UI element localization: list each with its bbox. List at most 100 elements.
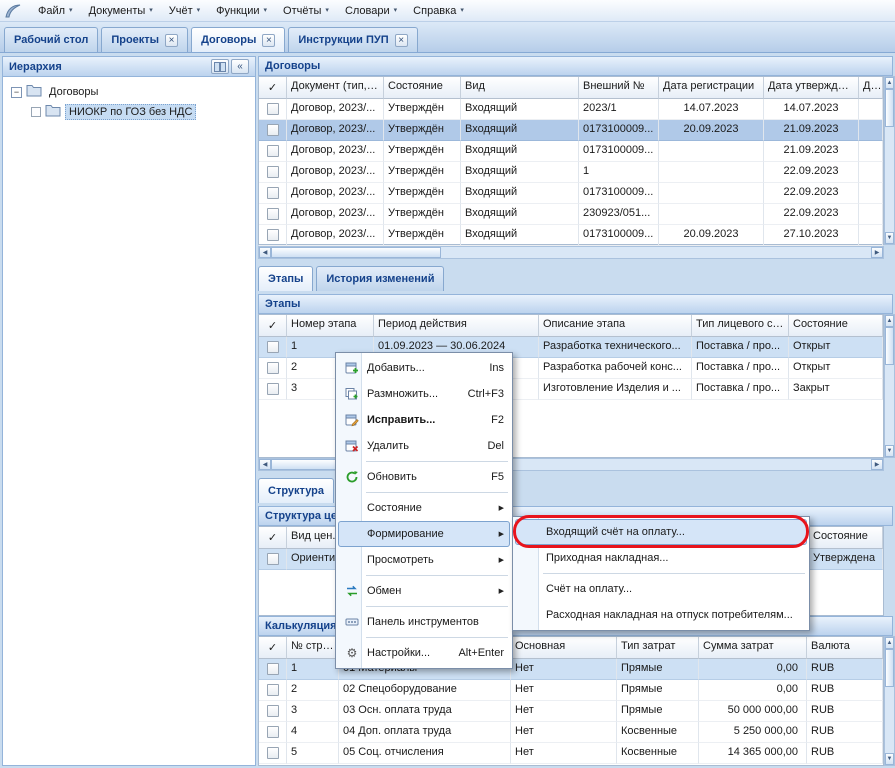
row-checkbox[interactable] bbox=[267, 362, 279, 374]
context-menu-item-exchange[interactable]: Обмен ▶ bbox=[338, 578, 510, 604]
stages-v-scrollbar[interactable]: ▲ ▼ bbox=[884, 314, 895, 458]
scroll-thumb[interactable] bbox=[885, 649, 894, 687]
menu-item-dictionaries[interactable]: Словари▾ bbox=[337, 2, 405, 20]
column-header-state[interactable]: Состояние bbox=[384, 77, 461, 99]
scroll-down-icon[interactable]: ▼ bbox=[885, 232, 894, 244]
tab-history[interactable]: История изменений bbox=[316, 266, 444, 291]
row-checkbox[interactable] bbox=[267, 124, 279, 136]
scroll-thumb[interactable] bbox=[885, 327, 894, 365]
menu-item-documents[interactable]: Документы▾ bbox=[81, 2, 161, 20]
column-header-check[interactable]: ✓ bbox=[259, 315, 287, 337]
tab-close-icon[interactable]: × bbox=[262, 34, 275, 47]
submenu-item-dispatch-note[interactable]: Расходная накладная на отпуск потребител… bbox=[515, 602, 807, 628]
column-header-state[interactable]: Состояние bbox=[789, 315, 883, 337]
table-row[interactable]: 2 02 Спецоборудование Нет Прямые 0,00 RU… bbox=[259, 680, 883, 701]
tab-projects[interactable]: Проекты× bbox=[101, 27, 188, 52]
scroll-right-icon[interactable]: ▶ bbox=[871, 247, 883, 258]
table-row[interactable]: 5 05 Соц. отчисления Нет Косвенные 14 36… bbox=[259, 743, 883, 764]
tab-structure[interactable]: Структура bbox=[258, 478, 334, 503]
scroll-up-icon[interactable]: ▲ bbox=[885, 77, 894, 89]
row-checkbox[interactable] bbox=[267, 705, 279, 717]
scroll-right-icon[interactable]: ▶ bbox=[871, 459, 883, 470]
row-checkbox[interactable] bbox=[267, 103, 279, 115]
tree-item-contracts-root[interactable]: − Договоры bbox=[5, 82, 253, 102]
tab-desktop[interactable]: Рабочий стол bbox=[4, 27, 98, 52]
scroll-left-icon[interactable]: ◀ bbox=[259, 247, 271, 258]
contracts-h-scrollbar[interactable]: ◀ ▶ bbox=[258, 246, 884, 259]
context-menu-item-generate[interactable]: Формирование ▶ bbox=[338, 521, 510, 547]
table-row[interactable]: Договор, 2023/... Утверждён Входящий 1 2… bbox=[259, 162, 883, 183]
tab-contracts[interactable]: Договоры× bbox=[191, 27, 285, 52]
row-checkbox[interactable] bbox=[267, 229, 279, 241]
context-menu-item-add[interactable]: Добавить... Ins bbox=[338, 355, 510, 381]
column-header-external[interactable]: Внешний № bbox=[579, 77, 659, 99]
contracts-v-scrollbar[interactable]: ▲ ▼ bbox=[884, 76, 895, 245]
context-menu-item-settings[interactable]: ⚙ Настройки... Alt+Enter bbox=[338, 640, 510, 666]
context-menu-item-toolbar[interactable]: Панель инструментов bbox=[338, 609, 510, 635]
column-header-currency[interactable]: Валюта bbox=[807, 637, 883, 659]
column-header-appr-date[interactable]: Дата утверждения bbox=[764, 77, 859, 99]
column-header-date[interactable]: Дата bbox=[859, 77, 883, 99]
column-header-stage-number[interactable]: Номер этапа bbox=[287, 315, 374, 337]
table-row[interactable]: 3 03 Осн. оплата труда Нет Прямые 50 000… bbox=[259, 701, 883, 722]
table-row[interactable]: Договор, 2023/... Утверждён Входящий 202… bbox=[259, 99, 883, 120]
column-header-cost-sum[interactable]: Сумма затрат bbox=[699, 637, 807, 659]
tree-item-niokr[interactable]: НИОКР по ГОЗ без НДС bbox=[5, 102, 253, 122]
row-checkbox[interactable] bbox=[267, 341, 279, 353]
row-checkbox[interactable] bbox=[267, 553, 279, 565]
column-header-reg-date[interactable]: Дата регистрации bbox=[659, 77, 764, 99]
checkbox-icon[interactable] bbox=[31, 107, 41, 117]
row-checkbox[interactable] bbox=[267, 383, 279, 395]
scroll-left-icon[interactable]: ◀ bbox=[259, 459, 271, 470]
row-checkbox[interactable] bbox=[267, 684, 279, 696]
row-checkbox[interactable] bbox=[267, 747, 279, 759]
table-row[interactable]: Договор, 2023/... Утверждён Входящий 017… bbox=[259, 225, 883, 246]
context-menu-item-refresh[interactable]: Обновить F5 bbox=[338, 464, 510, 490]
collapse-panel-button[interactable]: « bbox=[231, 59, 249, 74]
context-menu-item-edit[interactable]: Исправить... F2 bbox=[338, 407, 510, 433]
scroll-up-icon[interactable]: ▲ bbox=[885, 637, 894, 649]
scroll-thumb[interactable] bbox=[271, 247, 441, 258]
table-row[interactable]: 4 04 Доп. оплата труда Нет Косвенные 5 2… bbox=[259, 722, 883, 743]
scroll-down-icon[interactable]: ▼ bbox=[885, 753, 894, 765]
scroll-down-icon[interactable]: ▼ bbox=[885, 445, 894, 457]
submenu-item-incoming-invoice[interactable]: Входящий счёт на оплату... bbox=[515, 519, 807, 545]
menu-item-reports[interactable]: Отчёты▾ bbox=[275, 2, 337, 20]
column-header-check[interactable]: ✓ bbox=[259, 637, 287, 659]
table-row-selected[interactable]: Договор, 2023/... Утверждён Входящий 017… bbox=[259, 120, 883, 141]
tab-close-icon[interactable]: × bbox=[165, 34, 178, 47]
context-menu-item-view[interactable]: Просмотреть ▶ bbox=[338, 547, 510, 573]
tab-close-icon[interactable]: × bbox=[395, 34, 408, 47]
context-menu-item-duplicate[interactable]: Размножить... Ctrl+F3 bbox=[338, 381, 510, 407]
row-checkbox[interactable] bbox=[267, 663, 279, 675]
scroll-thumb[interactable] bbox=[885, 89, 894, 127]
column-header-check[interactable]: ✓ bbox=[259, 77, 287, 99]
columns-icon-button[interactable] bbox=[211, 59, 229, 74]
column-header-document[interactable]: Документ (тип, №, дата) bbox=[287, 77, 384, 99]
menu-item-help[interactable]: Справка▾ bbox=[405, 2, 472, 20]
row-checkbox[interactable] bbox=[267, 145, 279, 157]
row-checkbox[interactable] bbox=[267, 187, 279, 199]
row-checkbox[interactable] bbox=[267, 726, 279, 738]
column-header-kind[interactable]: Вид bbox=[461, 77, 579, 99]
tab-stages[interactable]: Этапы bbox=[258, 266, 313, 291]
menu-item-functions[interactable]: Функции▾ bbox=[208, 2, 275, 20]
submenu-item-receipt-note[interactable]: Приходная накладная... bbox=[515, 545, 807, 571]
table-row[interactable]: Договор, 2023/... Утверждён Входящий 017… bbox=[259, 183, 883, 204]
scroll-up-icon[interactable]: ▲ bbox=[885, 315, 894, 327]
context-menu-item-state[interactable]: Состояние ▶ bbox=[338, 495, 510, 521]
menu-item-file[interactable]: Файл▾ bbox=[30, 2, 81, 20]
column-header-account-type[interactable]: Тип лицевого счёта bbox=[692, 315, 789, 337]
column-header-main[interactable]: Основная bbox=[511, 637, 617, 659]
column-header-state[interactable]: Состояние bbox=[809, 527, 883, 549]
collapse-node-icon[interactable]: − bbox=[11, 87, 22, 98]
submenu-item-payment-invoice[interactable]: Счёт на оплату... bbox=[515, 576, 807, 602]
table-row[interactable]: Договор, 2023/... Утверждён Входящий 230… bbox=[259, 204, 883, 225]
column-header-description[interactable]: Описание этапа bbox=[539, 315, 692, 337]
row-checkbox[interactable] bbox=[267, 166, 279, 178]
calculation-v-scrollbar[interactable]: ▲ ▼ bbox=[884, 636, 895, 766]
column-header-period[interactable]: Период действия bbox=[374, 315, 539, 337]
column-header-row-number[interactable]: № строки bbox=[287, 637, 339, 659]
row-checkbox[interactable] bbox=[267, 208, 279, 220]
tab-instructions-pup[interactable]: Инструкции ПУП× bbox=[288, 27, 417, 52]
